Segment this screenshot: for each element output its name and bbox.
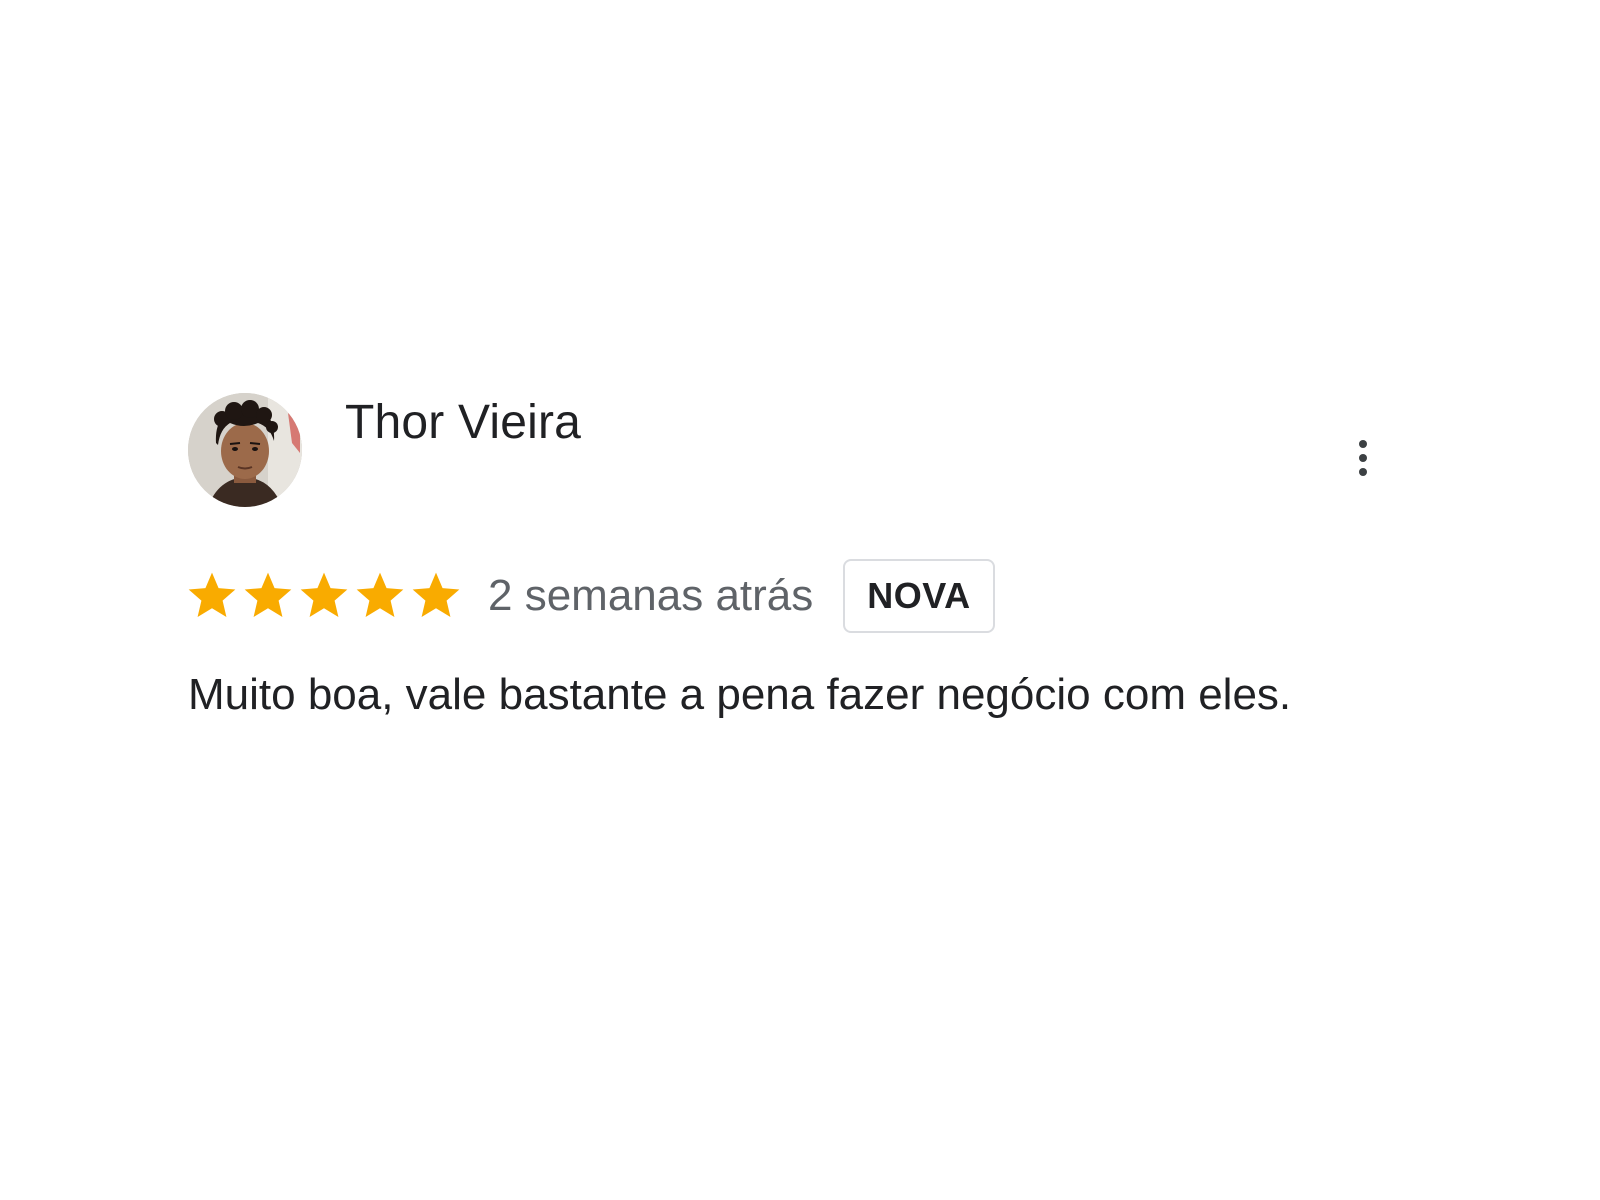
more-vert-icon (1359, 440, 1367, 448)
avatar-photo (188, 393, 302, 507)
star-icon (244, 572, 292, 617)
star-icon (300, 572, 348, 617)
review-header: Thor Vieira (188, 393, 1428, 508)
more-vert-icon-dot (1359, 468, 1367, 476)
review-meta: 2 semanas atrás NOVA (188, 558, 1428, 634)
review-time: 2 semanas atrás (488, 571, 814, 620)
new-badge: NOVA (843, 559, 995, 633)
author-name[interactable]: Thor Vieira (345, 399, 581, 447)
star-icon (356, 572, 404, 617)
star-icon (188, 572, 236, 617)
more-options-button[interactable] (1348, 433, 1378, 483)
avatar[interactable] (188, 393, 302, 507)
review-text: Muito boa, vale bastante a pena fazer ne… (188, 670, 1292, 719)
more-vert-icon-dot (1359, 454, 1367, 462)
star-rating (184, 568, 464, 624)
star-icon (412, 572, 460, 617)
review-card: Thor Vieira 2 semanas atrás NOVA Muito b… (188, 393, 1428, 732)
